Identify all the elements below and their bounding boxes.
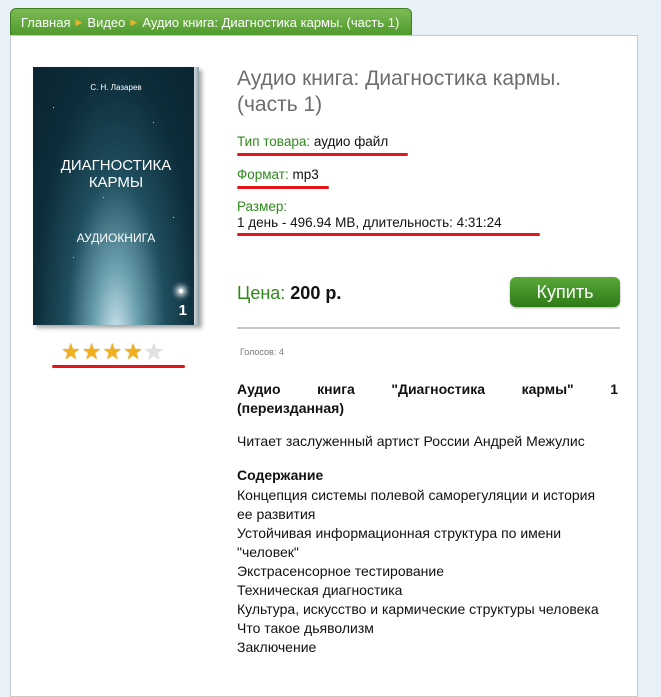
product-type: Тип товара: аудио файл [237,134,388,149]
star-empty-icon[interactable]: ★ [144,340,164,364]
description-heading: Аудио книга "Диагностика кармы" 1 (переи… [237,381,618,416]
rating-stars[interactable]: ★ ★ ★ ★ ★ [61,340,164,364]
star-filled-icon[interactable]: ★ [61,340,81,364]
star-filled-icon[interactable]: ★ [102,340,122,364]
buy-button[interactable]: Купить [510,277,620,307]
product-format-label: Формат: [237,167,289,182]
list-item: Заключение [237,639,317,655]
product-title: Аудио книга: Диагностика кармы. (часть 1… [237,66,617,118]
product-format-value: mp3 [292,167,319,182]
list-item: Устойчивая информационная структура по и… [237,525,562,560]
cover-author: С. Н. Лазарев [90,83,142,92]
contents-heading: Содержание [237,467,324,483]
product-title-line1: Аудио книга: Диагностика кармы. [237,67,562,90]
price-label: Цена: [237,283,286,303]
divider [237,327,620,329]
product-size-label-row: Размер: [237,199,287,214]
product-size-label: Размер: [237,199,288,214]
list-item: Концепция системы полевой саморегуляции … [237,487,596,522]
list-item: Техническая диагностика [237,582,403,598]
contents-list: Концепция системы полевой саморегуляции … [237,486,607,657]
price-value: 200 р. [290,283,342,303]
star-filled-icon[interactable]: ★ [82,340,102,364]
list-item: Что такое дьяволизм [237,620,374,636]
votes-count: Голосов: 4 [240,347,284,357]
description-reader: Читает заслуженный артист России Андрей … [237,433,585,449]
star-filled-icon[interactable]: ★ [123,340,143,364]
cover-number: 1 [178,302,187,319]
cover-page-edge [194,67,199,325]
breadcrumb-home[interactable]: Главная [21,15,70,30]
cover-title-line1: ДИАГНОСТИКА [60,157,172,174]
breadcrumb-current: Аудио книга: Диагностика кармы. (часть 1… [142,14,400,30]
list-item: Экстрасенсорное тестирование [237,563,445,579]
format-highlight-underline [237,186,329,189]
product-type-label: Тип товара: [237,134,311,149]
size-highlight-underline [237,233,540,236]
cover-title: ДИАГНОСТИКА КАРМЫ [33,157,199,191]
breadcrumb-arrow-icon: ▶ [75,16,83,27]
product-size-value: 1 день - 496.94 MB, длительность: 4:31:2… [237,215,502,230]
product-price: Цена: 200 р. [237,283,341,304]
breadcrumb: Главная ▶ Видео ▶ Аудио книга: Диагности… [10,8,412,35]
breadcrumb-video[interactable]: Видео [87,15,125,30]
product-format: Формат: mp3 [237,167,319,182]
product-type-value: аудио файл [313,134,389,149]
cover-subtitle: АУДИОКНИГА [76,231,156,245]
book-cover-image: С. Н. Лазарев ДИАГНОСТИКА КАРМЫ АУДИОКНИ… [33,67,199,325]
cover-title-line2: КАРМЫ [88,174,144,191]
type-highlight-underline [237,153,408,156]
product-title-line2: (часть 1) [237,93,323,116]
breadcrumb-arrow-icon: ▶ [130,16,138,27]
list-item: Культура, искусство и кармические структ… [237,601,599,617]
rating-highlight-underline [52,365,185,368]
